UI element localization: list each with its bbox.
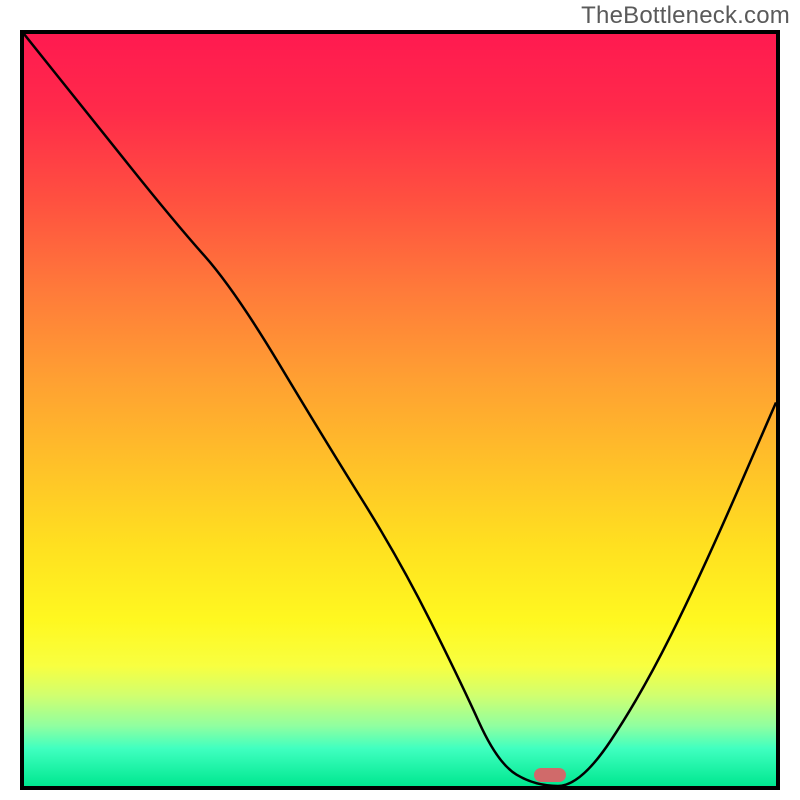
chart-container: TheBottleneck.com [0,0,800,800]
bottleneck-curve [24,34,776,786]
curve-layer [24,34,776,786]
watermark-label: TheBottleneck.com [581,2,790,30]
optimal-marker [534,768,566,782]
plot-frame [20,30,780,790]
